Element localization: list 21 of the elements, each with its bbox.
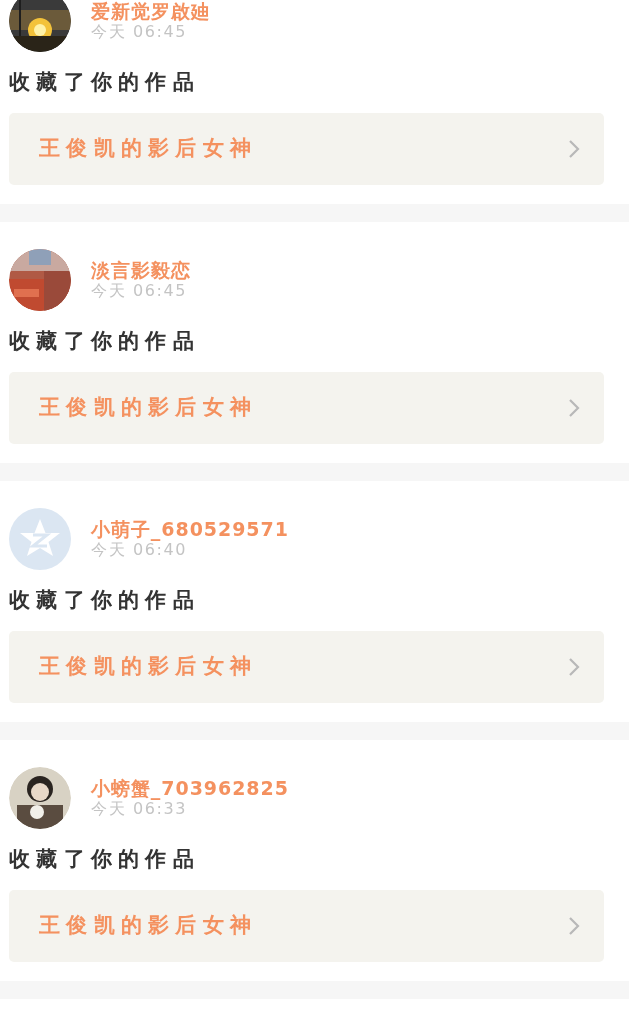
activity-text: 收藏了你的作品 bbox=[9, 328, 202, 355]
chevron-icon bbox=[568, 139, 580, 159]
username[interactable]: 爱新觉罗啟廸 bbox=[91, 0, 211, 22]
username[interactable]: 淡言影毅恋 bbox=[91, 259, 191, 281]
work-link[interactable]: 王俊凯的影后女神 bbox=[9, 631, 604, 703]
chevron-icon bbox=[568, 916, 580, 936]
chevron-icon bbox=[568, 398, 580, 418]
timestamp: 今天 06:45 bbox=[91, 281, 188, 301]
work-link[interactable]: 王俊凯的影后女神 bbox=[9, 372, 604, 444]
username[interactable]: 小萌子_680529571 bbox=[91, 518, 289, 540]
work-link[interactable]: 王俊凯的影后女神 bbox=[9, 890, 604, 962]
work-link[interactable]: 王俊凯的影后女神 bbox=[9, 113, 604, 185]
activity-text: 收藏了你的作品 bbox=[9, 69, 202, 96]
activity-text: 收藏了你的作品 bbox=[9, 846, 202, 873]
timestamp: 今天 06:45 bbox=[91, 22, 188, 42]
timestamp: 今天 06:40 bbox=[91, 540, 187, 560]
chevron-icon bbox=[568, 657, 580, 677]
timestamp: 今天 06:33 bbox=[91, 799, 187, 819]
username[interactable]: 小螃蟹_703962825 bbox=[91, 777, 289, 799]
activity-text: 收藏了你的作品 bbox=[9, 587, 202, 614]
avatar-icon bbox=[9, 508, 71, 570]
